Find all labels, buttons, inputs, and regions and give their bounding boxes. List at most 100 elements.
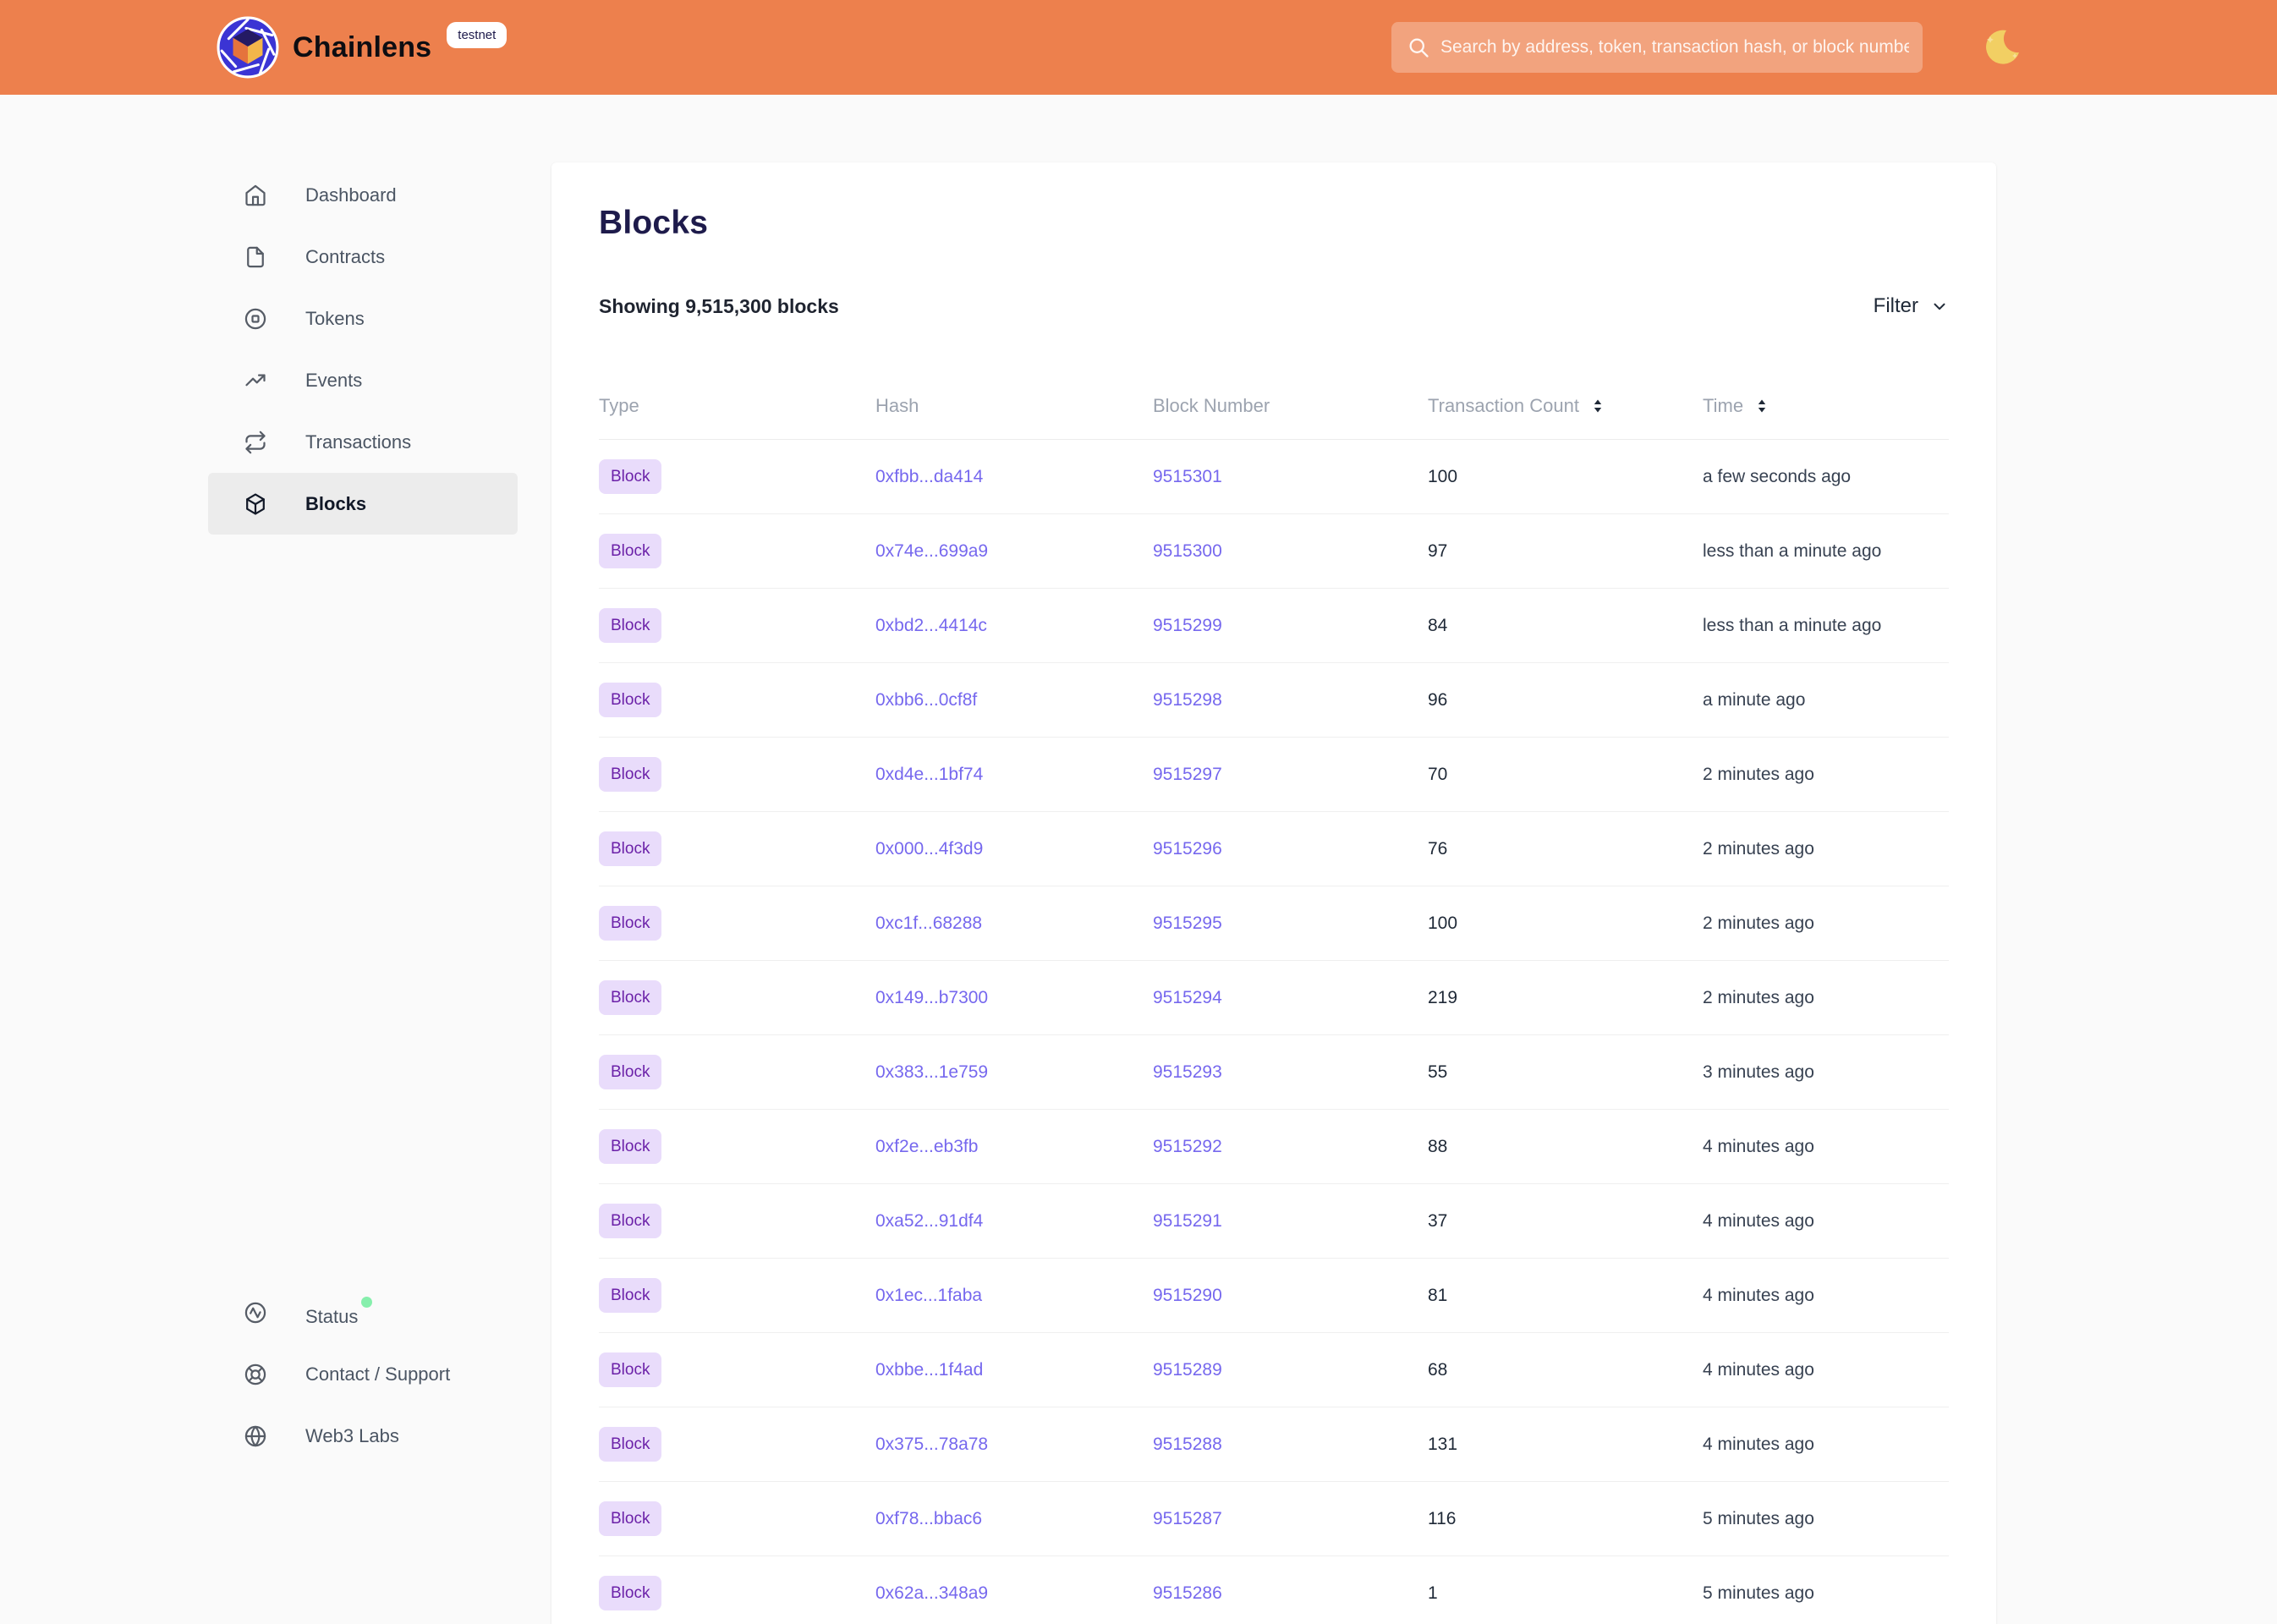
home-icon xyxy=(244,184,267,207)
table-row: Block 0xa52...91df4 9515291 37 4 minutes… xyxy=(599,1184,1949,1259)
hash-link[interactable]: 0xf78...bbac6 xyxy=(875,1509,982,1528)
type-badge: Block xyxy=(599,608,661,643)
hash-link[interactable]: 0x74e...699a9 xyxy=(875,541,988,561)
sidebar-item-web3-labs[interactable]: Web3 Labs xyxy=(208,1405,518,1467)
transaction-count: 37 xyxy=(1428,1211,1703,1232)
sort-time-button[interactable] xyxy=(1753,398,1770,414)
sidebar-item-blocks[interactable]: Blocks xyxy=(208,473,518,535)
block-number-link[interactable]: 9515290 xyxy=(1153,1286,1222,1305)
transaction-count: 88 xyxy=(1428,1137,1703,1157)
hash-link[interactable]: 0x375...78a78 xyxy=(875,1435,988,1454)
transaction-count: 76 xyxy=(1428,839,1703,859)
repeat-icon xyxy=(244,431,267,454)
transaction-count: 55 xyxy=(1428,1062,1703,1083)
block-number-link[interactable]: 9515289 xyxy=(1153,1360,1222,1380)
page-title: Blocks xyxy=(599,203,1949,244)
hash-link[interactable]: 0xbd2...4414c xyxy=(875,616,987,635)
block-number-link[interactable]: 9515292 xyxy=(1153,1137,1222,1156)
theme-toggle-button[interactable] xyxy=(1978,25,2025,69)
file-icon xyxy=(244,245,267,269)
type-badge: Block xyxy=(599,1129,661,1164)
column-header-time: Time xyxy=(1703,395,1949,417)
blocks-table: Type Hash Block Number Transaction Count… xyxy=(599,372,1949,1624)
hash-link[interactable]: 0x1ec...1faba xyxy=(875,1286,982,1305)
transaction-count: 1 xyxy=(1428,1583,1703,1604)
brand-group[interactable]: Chainlens testnet xyxy=(217,16,507,79)
sidebar-item-events[interactable]: Events xyxy=(208,349,518,411)
status-ok-dot xyxy=(361,1297,372,1308)
hash-link[interactable]: 0xd4e...1bf74 xyxy=(875,765,983,784)
hash-link[interactable]: 0xc1f...68288 xyxy=(875,914,982,933)
globe-icon xyxy=(244,1424,267,1448)
block-time: 3 minutes ago xyxy=(1703,1062,1949,1083)
activity-icon xyxy=(244,1301,267,1325)
block-number-link[interactable]: 9515287 xyxy=(1153,1509,1222,1528)
block-number-link[interactable]: 9515297 xyxy=(1153,765,1222,784)
type-badge: Block xyxy=(599,906,661,941)
type-badge: Block xyxy=(599,1576,661,1610)
chainlens-logo-icon xyxy=(217,16,279,79)
hash-link[interactable]: 0x62a...348a9 xyxy=(875,1583,988,1603)
block-time: 2 minutes ago xyxy=(1703,765,1949,785)
cube-icon xyxy=(244,492,267,516)
hash-link[interactable]: 0xa52...91df4 xyxy=(875,1211,983,1231)
table-body: Block 0xfbb...da414 9515301 100 a few se… xyxy=(599,440,1949,1624)
block-number-link[interactable]: 9515293 xyxy=(1153,1062,1222,1082)
sidebar-item-contracts[interactable]: Contracts xyxy=(208,226,518,288)
block-number-link[interactable]: 9515300 xyxy=(1153,541,1222,561)
block-number-link[interactable]: 9515298 xyxy=(1153,690,1222,710)
block-number-link[interactable]: 9515296 xyxy=(1153,839,1222,859)
type-badge: Block xyxy=(599,1501,661,1536)
table-row: Block 0x62a...348a9 9515286 1 5 minutes … xyxy=(599,1556,1949,1624)
sidebar-footer-nav: Status Contact / Support Web3 Labs xyxy=(208,1281,518,1467)
life-buoy-icon xyxy=(244,1363,267,1386)
content-card: Blocks Showing 9,515,300 blocks Filter T… xyxy=(551,162,1996,1624)
sidebar-item-transactions[interactable]: Transactions xyxy=(208,411,518,473)
block-time: 2 minutes ago xyxy=(1703,839,1949,859)
sidebar-item-dashboard[interactable]: Dashboard xyxy=(208,164,518,226)
block-number-link[interactable]: 9515291 xyxy=(1153,1211,1222,1231)
search-input[interactable] xyxy=(1440,22,1923,73)
transaction-count: 81 xyxy=(1428,1286,1703,1306)
hash-link[interactable]: 0xbb6...0cf8f xyxy=(875,690,977,710)
block-number-link[interactable]: 9515301 xyxy=(1153,467,1222,486)
sidebar-item-label: Blocks xyxy=(305,493,366,515)
column-header-block-number: Block Number xyxy=(1153,395,1428,417)
table-row: Block 0xf78...bbac6 9515287 116 5 minute… xyxy=(599,1482,1949,1556)
block-number-link[interactable]: 9515295 xyxy=(1153,914,1222,933)
network-badge: testnet xyxy=(447,22,507,48)
block-number-link[interactable]: 9515299 xyxy=(1153,616,1222,635)
table-row: Block 0x000...4f3d9 9515296 76 2 minutes… xyxy=(599,812,1949,886)
transaction-count: 70 xyxy=(1428,765,1703,785)
block-time: 5 minutes ago xyxy=(1703,1583,1949,1604)
chevron-down-icon xyxy=(1930,297,1949,315)
table-row: Block 0x383...1e759 9515293 55 3 minutes… xyxy=(599,1035,1949,1110)
search-bar[interactable] xyxy=(1391,22,1923,73)
sort-transaction-count-button[interactable] xyxy=(1589,398,1606,414)
hash-link[interactable]: 0x383...1e759 xyxy=(875,1062,988,1082)
sidebar-item-status[interactable]: Status xyxy=(208,1281,518,1343)
hash-link[interactable]: 0x000...4f3d9 xyxy=(875,839,983,859)
block-number-link[interactable]: 9515294 xyxy=(1153,988,1222,1007)
sidebar-item-tokens[interactable]: Tokens xyxy=(208,288,518,349)
block-number-link[interactable]: 9515286 xyxy=(1153,1583,1222,1603)
sidebar-item-contact-support[interactable]: Contact / Support xyxy=(208,1343,518,1405)
hash-link[interactable]: 0xbbe...1f4ad xyxy=(875,1360,983,1380)
block-time: 4 minutes ago xyxy=(1703,1435,1949,1455)
filter-button[interactable]: Filter xyxy=(1874,294,1949,318)
table-row: Block 0xbb6...0cf8f 9515298 96 a minute … xyxy=(599,663,1949,738)
type-badge: Block xyxy=(599,1204,661,1238)
type-badge: Block xyxy=(599,1427,661,1462)
type-badge: Block xyxy=(599,831,661,866)
type-badge: Block xyxy=(599,1278,661,1313)
sidebar-item-label: Contracts xyxy=(305,246,385,268)
block-number-link[interactable]: 9515288 xyxy=(1153,1435,1222,1454)
search-icon xyxy=(1407,36,1430,59)
hash-link[interactable]: 0xfbb...da414 xyxy=(875,467,983,486)
table-row: Block 0xc1f...68288 9515295 100 2 minute… xyxy=(599,886,1949,961)
block-time: less than a minute ago xyxy=(1703,616,1949,636)
hash-link[interactable]: 0xf2e...eb3fb xyxy=(875,1137,978,1156)
hash-link[interactable]: 0x149...b7300 xyxy=(875,988,988,1007)
column-header-hash: Hash xyxy=(875,395,1153,417)
type-badge: Block xyxy=(599,683,661,717)
